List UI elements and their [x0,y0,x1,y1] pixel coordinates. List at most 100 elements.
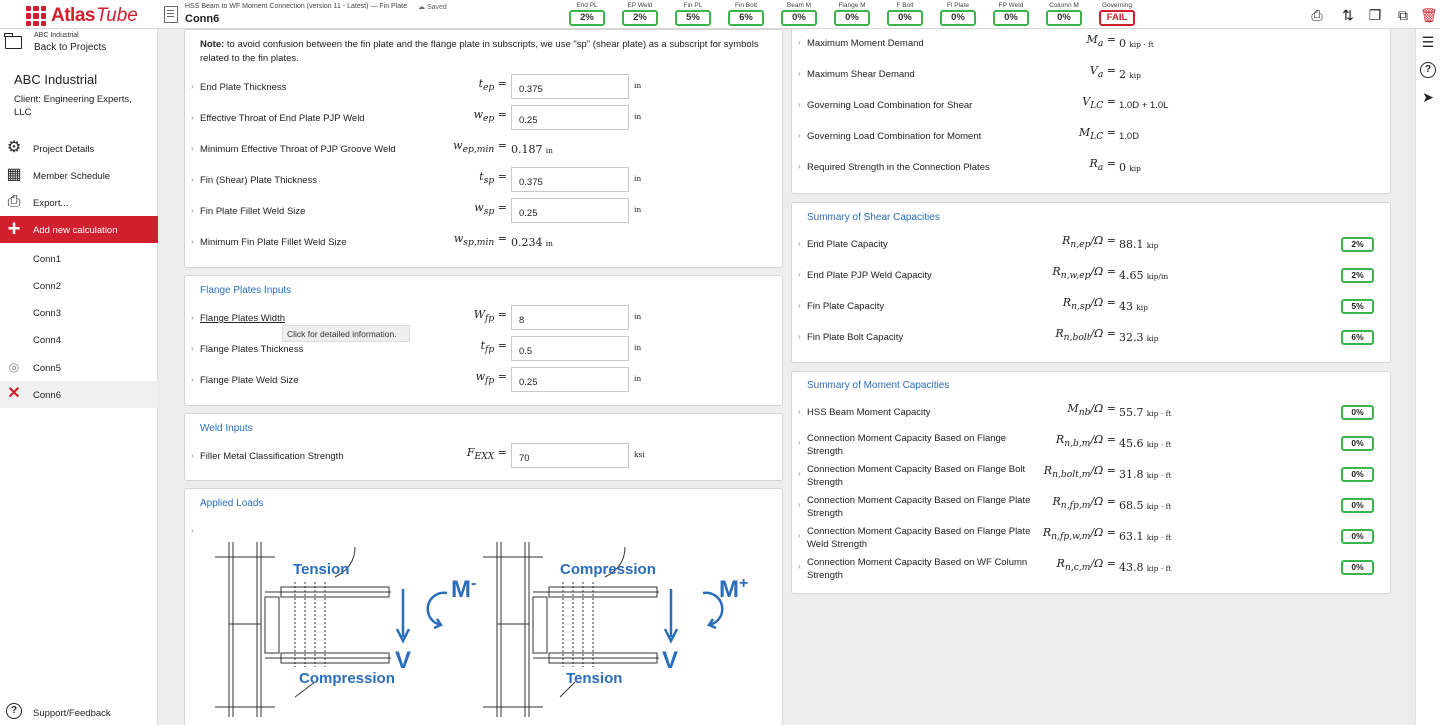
gauge-beam-m[interactable]: Beam M 0% [781,2,817,26]
gauge-ep-weld[interactable]: EP Weld 2% [622,2,658,26]
sidebar-item-add-calculation[interactable]: + Add new calculation [0,216,158,243]
copy-icon[interactable]: ❐ [1367,7,1383,23]
chevron-right-icon[interactable]: › [798,407,801,416]
row-symbol: Rn,fp,w,m/Ω = [1042,526,1116,543]
row-label[interactable]: Minimum Fin Plate Fillet Weld Size [200,237,347,248]
flange-weld-size-input[interactable]: 0.25 [511,367,629,392]
gauge-column-m[interactable]: Column M 0% [1046,2,1082,26]
chevron-right-icon[interactable]: › [798,38,801,47]
support-feedback[interactable]: ? Support/Feedback [0,700,158,725]
ep-weld-throat-input[interactable]: 0.25 [511,105,629,130]
chevron-right-icon[interactable]: › [191,344,194,353]
chevron-right-icon[interactable]: › [798,531,801,540]
chevron-right-icon[interactable]: › [798,332,801,341]
chevron-right-icon[interactable]: › [798,438,801,447]
chevron-right-icon[interactable]: › [798,100,801,109]
gauge-fp-weld[interactable]: FP Weld 0% [993,2,1029,26]
sidebar-item-conn6[interactable]: ✕ Conn6 [0,381,158,408]
row-label[interactable]: Connection Moment Capacity Based on Flan… [807,525,1032,551]
chevron-right-icon[interactable]: › [798,131,801,140]
row-label[interactable]: Flange Plates Thickness [200,344,303,355]
row-label[interactable]: Fin (Shear) Plate Thickness [200,175,317,186]
row-label[interactable]: Flange Plate Weld Size [200,375,299,386]
back-to-projects[interactable]: ABC Industrial Back to Projects [0,29,158,57]
chevron-right-icon[interactable]: › [191,144,194,153]
end-plate-thickness-input[interactable]: 0.375 [511,74,629,99]
row-symbol: Rn,b,m/Ω = [1055,433,1116,450]
fin-weld-size-input[interactable]: 0.25 [511,198,629,223]
row-label[interactable]: Connection Moment Capacity Based on Flan… [807,432,1032,458]
input-row-flange-weld-size: › Flange Plate Weld Size wfp = 0.25 in [185,367,782,392]
print-icon[interactable]: ⎙ [1309,7,1325,23]
flange-width-input[interactable]: 8 [511,305,629,330]
chevron-right-icon[interactable]: › [191,313,194,322]
row-label[interactable]: Minimum Effective Throat of PJP Groove W… [200,144,396,155]
row-label[interactable]: Fin Plate Capacity [807,301,884,312]
row-label[interactable]: End Plate Capacity [807,239,888,250]
list-icon[interactable]: ☰ [1420,34,1436,50]
gauge-end-pl[interactable]: End PL 2% [569,2,605,26]
row-label[interactable]: Connection Moment Capacity Based on WF C… [807,556,1032,582]
sidebar-item-export[interactable]: ⎙ Export... [0,189,158,216]
row-unit: in [634,112,642,121]
row-label[interactable]: End Plate PJP Weld Capacity [807,270,932,281]
chevron-right-icon[interactable]: › [191,237,194,246]
row-label[interactable]: Connection Moment Capacity Based on Flan… [807,494,1032,520]
chevron-right-icon[interactable]: › [798,239,801,248]
chevron-right-icon[interactable]: › [191,375,194,384]
chevron-right-icon[interactable]: › [191,82,194,91]
sidebar-item-conn4[interactable]: Conn4 [0,326,158,353]
chevron-right-icon[interactable]: › [798,562,801,571]
swap-icon[interactable]: ⇅ [1340,7,1356,23]
gauge-fin-bolt[interactable]: Fin Bolt 6% [728,2,764,26]
row-label[interactable]: Fin Plate Fillet Weld Size [200,206,305,217]
help-icon[interactable]: ? [1420,62,1436,78]
trash-icon[interactable]: 🗑 [1420,7,1438,23]
chevron-right-icon[interactable]: › [191,206,194,215]
row-label[interactable]: Required Strength in the Connection Plat… [807,162,990,173]
gauge-label: FP Weld [998,2,1024,9]
chevron-right-icon[interactable]: › [798,500,801,509]
chevron-right-icon[interactable]: › [798,301,801,310]
row-label[interactable]: Connection Moment Capacity Based on Flan… [807,463,1032,489]
row-label[interactable]: Fin Plate Bolt Capacity [807,332,903,343]
chevron-right-icon[interactable]: › [191,175,194,184]
gauge-fl-plate[interactable]: Fl Plate 0% [940,2,976,26]
left-shear-label: V [395,647,412,674]
row-label[interactable]: Maximum Moment Demand [807,38,924,49]
duplicate-icon[interactable]: ⧉ [1395,7,1411,23]
atlas-tube-logo[interactable]: Atlas Tube [26,5,138,27]
gauge-flange-m[interactable]: Flange M 0% [834,2,870,26]
flange-thickness-input[interactable]: 0.5 [511,336,629,361]
chevron-right-icon[interactable]: › [798,162,801,171]
row-label[interactable]: Effective Throat of End Plate PJP Weld [200,113,365,124]
sidebar-item-conn1[interactable]: Conn1 [0,245,158,272]
filler-strength-input[interactable]: 70 [511,443,629,468]
chevron-right-icon[interactable]: › [798,469,801,478]
input-row-end-plate-thickness: › End Plate Thickness tep = 0.375 in [185,74,782,99]
row-label[interactable]: Maximum Shear Demand [807,69,915,80]
sidebar-item-conn2[interactable]: Conn2 [0,272,158,299]
chevron-right-icon[interactable]: › [191,451,194,460]
gauge-f-bolt[interactable]: F Bolt 0% [887,2,923,26]
row-label[interactable]: Governing Load Combination for Moment [807,131,981,142]
chevron-right-icon[interactable]: › [798,270,801,279]
fin-plate-thickness-input[interactable]: 0.375 [511,167,629,192]
sidebar-item-conn5[interactable]: ◎ Conn5 [0,354,158,381]
chevron-right-icon[interactable]: › [191,526,194,535]
row-label[interactable]: HSS Beam Moment Capacity [807,407,931,418]
sidebar-item-conn3[interactable]: Conn3 [0,299,158,326]
gauge-governing[interactable]: Governing FAIL [1099,2,1135,26]
gauge-fin-pl[interactable]: Fin PL 5% [675,2,711,26]
row-label[interactable]: Governing Load Combination for Shear [807,100,972,111]
sidebar-item-project-details[interactable]: ⚙ Project Details [0,135,158,162]
table-icon: ▦ [6,166,22,183]
chevron-right-icon[interactable]: › [798,69,801,78]
row-label[interactable]: Flange Plates Width [200,313,285,324]
sidebar-item-member-schedule[interactable]: ▦ Member Schedule [0,162,158,189]
row-label[interactable]: Filler Metal Classification Strength [200,451,344,462]
gauge-value: 2% [569,10,605,26]
row-label[interactable]: End Plate Thickness [200,82,286,93]
chevron-right-icon[interactable]: › [191,113,194,122]
send-icon[interactable]: ➤ [1420,89,1436,105]
